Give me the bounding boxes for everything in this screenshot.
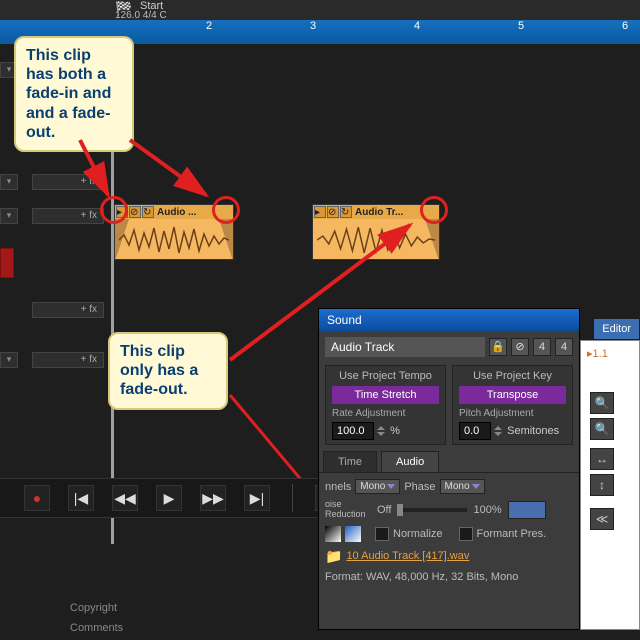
tab-audio[interactable]: Audio [381, 451, 439, 472]
lock-icon[interactable]: 🔒 [489, 338, 507, 356]
panel-title: Sound [319, 309, 579, 331]
fade-in-icon[interactable] [325, 526, 341, 542]
phase-label: Phase [404, 481, 435, 493]
rewind-button[interactable]: ◀◀ [112, 485, 138, 511]
format-label: Format: [325, 571, 363, 583]
format-value: WAV, 48,000 Hz, 32 Bits, Mono [366, 571, 518, 583]
tick: 6 [622, 20, 628, 44]
folder-icon[interactable]: 📁 [325, 548, 342, 565]
clip-mute-icon[interactable]: ⊘ [129, 206, 141, 218]
key-header: Use Project Key [459, 370, 566, 382]
noise-reduction-slider[interactable] [397, 508, 467, 512]
fast-forward-button[interactable]: ▶▶ [200, 485, 226, 511]
rate-unit: % [390, 425, 400, 437]
fx-button[interactable]: + fx [32, 174, 104, 190]
beats-a-field[interactable]: 4 [533, 338, 551, 356]
nr-off-label: Off [377, 504, 391, 516]
editor-tab[interactable]: Editor [594, 319, 639, 339]
audio-tab-body: nnels Mono Phase Mono oiseReduction Off … [319, 473, 579, 589]
stepper-icon[interactable] [377, 426, 387, 436]
formant-label: Formant Pres. [477, 528, 547, 540]
nr-100-label: 100% [473, 504, 501, 516]
phase-select[interactable]: Mono [440, 479, 485, 494]
annotation-callout: This clip only has a fade-out. [108, 332, 228, 410]
annotation-callout: This clip has both a fade-in and and a f… [14, 36, 134, 152]
time-stretch-button[interactable]: Time Stretch [332, 386, 439, 404]
fx-button[interactable]: + fx [32, 208, 104, 224]
fit-v-button[interactable]: ↕ [590, 474, 614, 496]
rate-input[interactable]: 100.0 [332, 422, 374, 440]
pitch-unit: Semitones [507, 425, 559, 437]
tempo-header: Use Project Tempo [332, 370, 439, 382]
fx-button[interactable]: + fx [32, 302, 104, 318]
track-expand-icon[interactable]: ▾ [0, 208, 18, 224]
editor-version: ▸1.1 [587, 347, 608, 360]
rate-label: Rate Adjustment [332, 408, 439, 419]
clip-label: Audio Tr... [355, 207, 403, 218]
tempo-section: Use Project Tempo Time Stretch Rate Adju… [325, 365, 446, 445]
highlight-circle-icon [100, 196, 128, 224]
fx-button[interactable]: + fx [32, 352, 104, 368]
clip-name-field[interactable]: Audio Track [325, 337, 485, 357]
track-record-arm[interactable] [0, 248, 14, 278]
sound-panel: Sound Audio Track 🔒 ⊘ 4 4 Use Project Te… [318, 308, 580, 630]
record-button[interactable]: ● [24, 485, 50, 511]
clip-label: Audio ... [157, 207, 196, 218]
play-button[interactable]: ▶ [156, 485, 182, 511]
tick: 3 [310, 20, 316, 44]
waveform [317, 225, 435, 255]
beats-b-field[interactable]: 4 [555, 338, 573, 356]
normalize-checkbox[interactable] [375, 527, 389, 541]
transpose-button[interactable]: Transpose [459, 386, 566, 404]
topbar: 🏁 Start 126.0 4/4 C [0, 0, 640, 20]
divider [292, 484, 293, 512]
channels-label: nnels [325, 481, 351, 493]
clip-mute-icon[interactable]: ⊘ [327, 206, 339, 218]
track-expand-icon[interactable]: ▾ [0, 352, 18, 368]
highlight-circle-icon [212, 196, 240, 224]
channels-select[interactable]: Mono [355, 479, 400, 494]
zoom-out-button[interactable]: 🔍 [590, 418, 614, 440]
chevron-down-icon [472, 484, 480, 489]
skip-back-button[interactable]: |◀ [68, 485, 94, 511]
stepper-icon[interactable] [494, 426, 504, 436]
clip-play-icon[interactable]: ▸ [314, 206, 326, 218]
fade-out-icon[interactable] [345, 526, 361, 542]
pitch-label: Pitch Adjustment [459, 408, 566, 419]
waveform-preview-icon[interactable] [508, 501, 546, 519]
copyright-label: Copyright [70, 602, 117, 614]
collapse-button[interactable]: ≪ [590, 508, 614, 530]
chevron-down-icon [387, 484, 395, 489]
skip-forward-button[interactable]: ▶| [244, 485, 270, 511]
tick: 5 [518, 20, 524, 44]
track-expand-icon[interactable]: ▾ [0, 174, 18, 190]
filename-link[interactable]: 10 Audio Track [417].wav [346, 550, 469, 562]
key-section: Use Project Key Transpose Pitch Adjustme… [452, 365, 573, 445]
pitch-input[interactable]: 0.0 [459, 422, 491, 440]
formant-checkbox[interactable] [459, 527, 473, 541]
tick: 4 [414, 20, 420, 44]
comments-label: Comments [70, 622, 123, 634]
clip-loop-icon[interactable]: ↻ [142, 206, 154, 218]
normalize-label: Normalize [393, 528, 443, 540]
mute-icon[interactable]: ⊘ [511, 338, 529, 356]
fit-h-button[interactable]: ↔ [590, 448, 614, 470]
highlight-circle-icon [420, 196, 448, 224]
clip-loop-icon[interactable]: ↻ [340, 206, 352, 218]
waveform [119, 225, 229, 255]
tab-time[interactable]: Time [323, 451, 377, 472]
tick: 2 [206, 20, 212, 44]
noise-reduction-label: oiseReduction [325, 500, 371, 520]
zoom-in-button[interactable]: 🔍 [590, 392, 614, 414]
